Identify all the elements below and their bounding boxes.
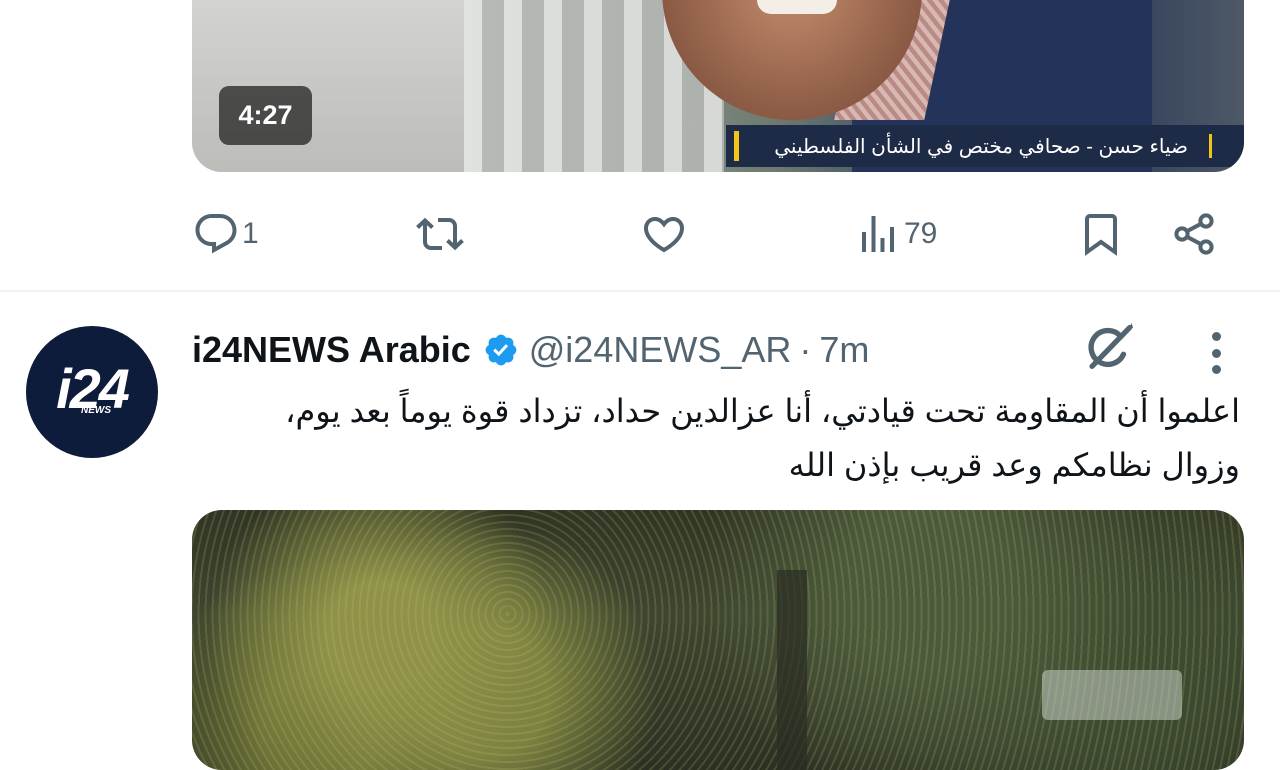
display-name[interactable]: i24NEWS Arabic xyxy=(192,329,471,371)
more-dot xyxy=(1211,348,1221,358)
lower-third-accent xyxy=(734,131,739,161)
tweet-divider xyxy=(0,290,1280,292)
avatar[interactable]: i24 NEWS xyxy=(26,326,158,458)
timestamp[interactable]: 7m xyxy=(819,329,869,371)
tweet-action-bar: 1 79 xyxy=(0,206,1280,262)
handle[interactable]: @i24NEWS_AR xyxy=(529,329,792,371)
like-icon xyxy=(643,217,685,253)
reply-button[interactable]: 1 xyxy=(192,206,259,262)
reply-icon xyxy=(195,214,237,254)
video-caption: ضياء حسن - صحافي مختص في الشأن الفلسطيني xyxy=(774,136,1188,158)
previous-tweet-video[interactable]: ضياء حسن - صحافي مختص في الشأن الفلسطيني xyxy=(192,0,1244,172)
repost-icon xyxy=(416,217,464,251)
views-count: 79 xyxy=(904,217,938,250)
reply-count: 1 xyxy=(242,217,259,250)
tweet-text: اعلموا أن المقاومة تحت قيادتي، أنا عزالد… xyxy=(190,384,1240,492)
more-dot xyxy=(1211,332,1221,341)
tweet-header: i24NEWS Arabic @i24NEWS_AR · 7m xyxy=(192,326,869,374)
media-background-light xyxy=(1042,670,1182,720)
more-button[interactable] xyxy=(1196,330,1236,376)
lower-third-separator xyxy=(1209,134,1212,158)
share-icon xyxy=(1174,213,1214,255)
more-dot xyxy=(1211,365,1221,374)
bookmark-icon xyxy=(1085,214,1117,256)
views-button[interactable]: 79 xyxy=(854,206,937,262)
header-separator: · xyxy=(799,329,812,370)
tweet-media-image[interactable] xyxy=(192,510,1244,770)
media-tree-trunk xyxy=(777,570,807,770)
verified-badge-icon xyxy=(485,334,517,366)
grok-icon[interactable] xyxy=(1080,318,1138,376)
video-duration-badge: 4:27 xyxy=(219,86,312,145)
video-person-smile xyxy=(757,0,837,14)
views-icon xyxy=(862,216,894,252)
tweet-text-line: وزوال نظامكم وعد قريب بإذن الله xyxy=(788,447,1240,483)
tweet-text-line: اعلموا أن المقاومة تحت قيادتي، أنا عزالد… xyxy=(285,393,1240,429)
media-foliage xyxy=(192,510,1244,770)
bookmark-button[interactable] xyxy=(1077,206,1125,262)
share-button[interactable] xyxy=(1170,206,1218,262)
avatar-logo-sub: NEWS xyxy=(81,405,111,416)
like-button[interactable] xyxy=(640,206,690,262)
repost-button[interactable] xyxy=(416,206,466,262)
video-lower-third: ضياء حسن - صحافي مختص في الشأن الفلسطيني xyxy=(726,125,1244,167)
